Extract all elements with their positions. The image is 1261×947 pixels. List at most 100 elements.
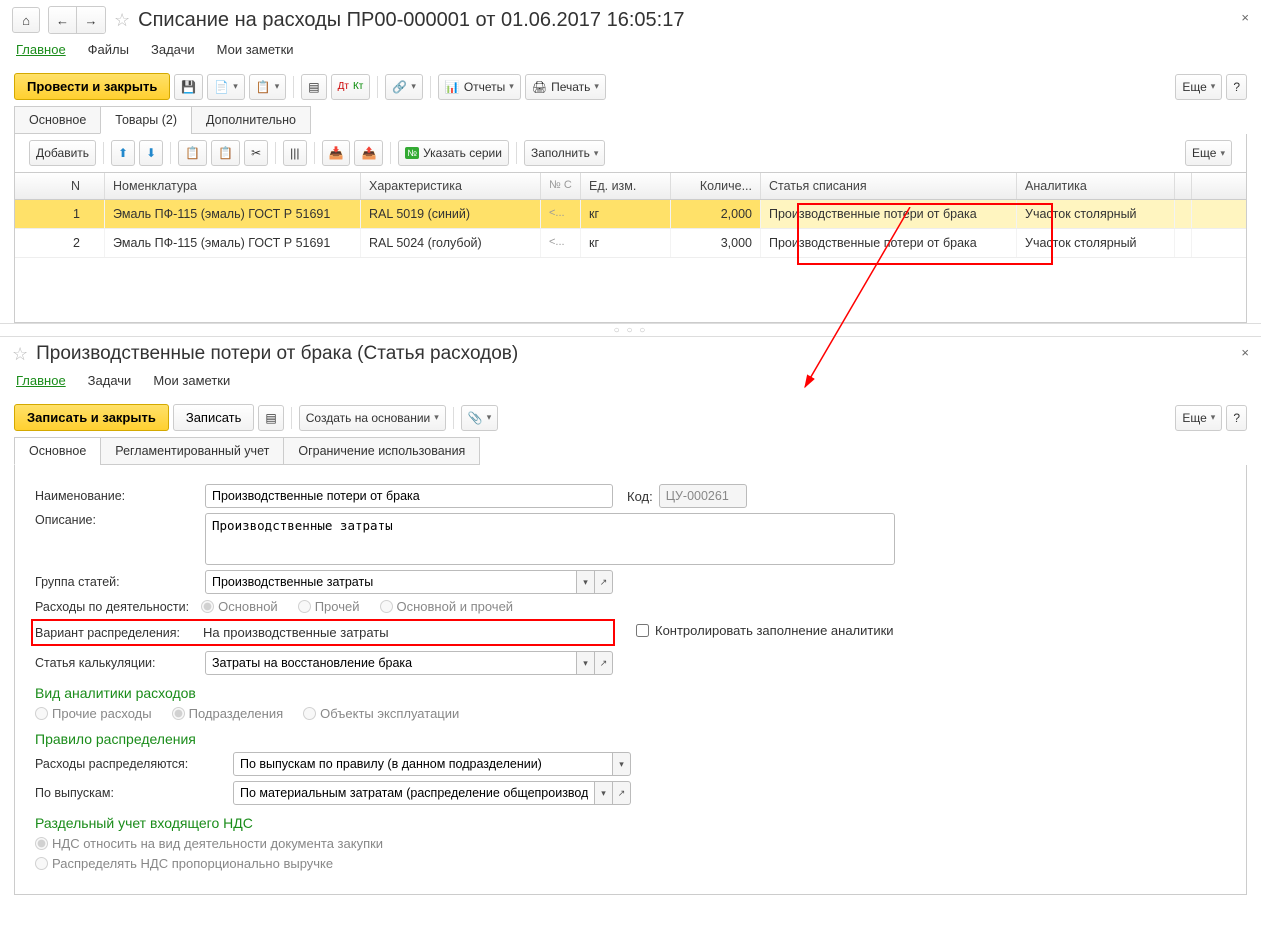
barcode-button[interactable]: ||| <box>283 140 306 166</box>
name-input[interactable] <box>205 484 613 508</box>
table-row[interactable]: 1 Эмаль ПФ-115 (эмаль) ГОСТ Р 51691 RAL … <box>15 200 1246 229</box>
header-n[interactable]: N <box>15 173 105 199</box>
save-button[interactable]: Записать <box>173 404 255 431</box>
home-button[interactable]: ⌂ <box>12 7 40 33</box>
radio-main: Основной <box>201 599 278 614</box>
open-button[interactable]: ↗ <box>595 570 613 594</box>
nav-tab-tasks[interactable]: Задачи <box>151 42 195 57</box>
radio-vat2: Распределять НДС пропорционально выручке <box>35 856 333 871</box>
dropdown-button[interactable]: ▾ <box>577 570 595 594</box>
separator <box>516 142 517 164</box>
splitter[interactable]: ○ ○ ○ <box>0 323 1261 337</box>
paste-button[interactable]: 📋 <box>211 140 240 166</box>
grid-more-button[interactable]: Еще ▾ <box>1185 140 1232 166</box>
nav-tabs-top: Главное Файлы Задачи Мои заметки <box>0 38 1261 67</box>
nav-tab-notes[interactable]: Мои заметки <box>217 42 294 57</box>
header-last <box>1175 173 1192 199</box>
dt-button[interactable]: 📋▾ <box>249 74 286 100</box>
header-unit[interactable]: Ед. изм. <box>581 173 671 199</box>
group-input[interactable] <box>205 570 577 594</box>
forward-button[interactable]: → <box>77 7 105 33</box>
separator <box>377 76 378 98</box>
label-code: Код: <box>627 489 653 504</box>
header-analytics[interactable]: Аналитика <box>1017 173 1175 199</box>
list-icon-button[interactable]: ▤ <box>258 405 283 431</box>
nav-tab-main[interactable]: Главное <box>16 373 66 388</box>
favorite-star-icon[interactable]: ☆ <box>12 344 28 365</box>
fill-button[interactable]: Заполнить ▾ <box>524 140 605 166</box>
save-close-button[interactable]: Записать и закрыть <box>14 404 169 431</box>
help-button[interactable]: ? <box>1226 74 1247 100</box>
structure-button[interactable]: ▤ <box>301 74 326 100</box>
sub-tab-main[interactable]: Основное <box>14 106 101 134</box>
open-button[interactable]: ↗ <box>595 651 613 675</box>
add-row-button[interactable]: Добавить <box>29 140 96 166</box>
close-button[interactable]: × <box>1241 345 1249 360</box>
dropdown-button[interactable]: ▾ <box>595 781 613 805</box>
export-button[interactable]: 📤 <box>354 140 383 166</box>
save-icon-button[interactable]: 💾 <box>174 74 203 100</box>
separator <box>275 142 276 164</box>
import-button[interactable]: 📥 <box>322 140 351 166</box>
control-checkbox[interactable] <box>636 624 649 637</box>
reports-button[interactable]: 📊 Отчеты ▾ <box>438 74 521 100</box>
nav-tab-notes[interactable]: Мои заметки <box>153 373 230 388</box>
nav-tab-tasks[interactable]: Задачи <box>88 373 132 388</box>
move-down-button[interactable]: ⬇ <box>139 140 163 166</box>
radio-both: Основной и прочей <box>380 599 514 614</box>
calc-input[interactable] <box>205 651 577 675</box>
sub-tab-main[interactable]: Основное <box>14 437 101 465</box>
separator <box>430 76 431 98</box>
close-button[interactable]: × <box>1241 10 1249 25</box>
header-qty[interactable]: Количе... <box>671 173 761 199</box>
label-group: Группа статей: <box>35 575 199 589</box>
series-button[interactable]: № Указать серии <box>398 140 509 166</box>
header-series[interactable]: № С <box>541 173 581 199</box>
separator <box>291 407 292 429</box>
label-variant: Вариант распределения: <box>35 626 197 640</box>
open-button[interactable]: ↗ <box>613 781 631 805</box>
print-button[interactable]: 🖨 Печать ▾ <box>525 74 606 100</box>
copy-button[interactable]: 📋 <box>178 140 207 166</box>
more-button[interactable]: Еще ▾ <box>1175 405 1222 431</box>
label-control: Контролировать заполнение аналитики <box>655 623 894 638</box>
label-activity: Расходы по деятельности: <box>35 600 189 614</box>
section-vat: Раздельный учет входящего НДС <box>35 815 1226 831</box>
related-button[interactable]: 🔗▾ <box>385 74 422 100</box>
post-icon-button[interactable]: 📄▾ <box>207 74 244 100</box>
separator <box>170 142 171 164</box>
header-nomenclature[interactable]: Номенклатура <box>105 173 361 199</box>
help-button[interactable]: ? <box>1226 405 1247 431</box>
post-close-button[interactable]: Провести и закрыть <box>14 73 170 100</box>
dropdown-button[interactable]: ▾ <box>613 752 631 776</box>
nav-tab-files[interactable]: Файлы <box>88 42 129 57</box>
sub-tab-limit[interactable]: Ограничение использования <box>283 437 480 465</box>
label-name: Наименование: <box>35 489 199 503</box>
dtkt-button[interactable]: ДтКт <box>331 74 371 100</box>
split-button[interactable]: ✂ <box>244 140 268 166</box>
sub-tab-goods[interactable]: Товары (2) <box>100 106 192 134</box>
distby-input[interactable] <box>233 752 613 776</box>
radio-dept: Подразделения <box>172 706 284 721</box>
attach-button[interactable]: 📎▾ <box>461 405 498 431</box>
more-button[interactable]: Еще ▾ <box>1175 74 1222 100</box>
create-based-button[interactable]: Создать на основании ▾ <box>299 405 446 431</box>
nav-tab-main[interactable]: Главное <box>16 42 66 57</box>
header-characteristic[interactable]: Характеристика <box>361 173 541 199</box>
back-button[interactable]: ← <box>49 7 77 33</box>
separator <box>293 76 294 98</box>
dropdown-button[interactable]: ▾ <box>577 651 595 675</box>
document-title: Списание на расходы ПР00-000001 от 01.06… <box>138 9 684 32</box>
move-up-button[interactable]: ⬆ <box>111 140 135 166</box>
sub-tab-reg[interactable]: Регламентированный учет <box>100 437 284 465</box>
byrel-input[interactable] <box>233 781 595 805</box>
desc-input[interactable] <box>205 513 895 565</box>
table-row[interactable]: 2 Эмаль ПФ-115 (эмаль) ГОСТ Р 51691 RAL … <box>15 229 1246 258</box>
radio-objects: Объекты эксплуатации <box>303 706 459 721</box>
label-calc: Статья калькуляции: <box>35 656 199 670</box>
sub-tab-additional[interactable]: Дополнительно <box>191 106 311 134</box>
separator <box>453 407 454 429</box>
header-article[interactable]: Статья списания <box>761 173 1017 199</box>
section-analytics: Вид аналитики расходов <box>35 685 1226 701</box>
favorite-star-icon[interactable]: ☆ <box>114 10 130 31</box>
